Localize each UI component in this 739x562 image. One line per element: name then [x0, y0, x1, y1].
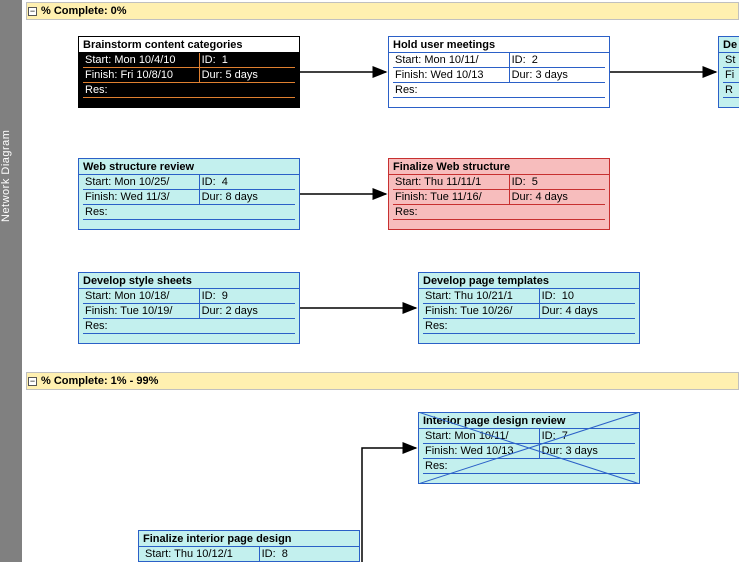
- group-header-1[interactable]: − % Complete: 1% - 99%: [26, 372, 739, 390]
- task-title: Develop style sheets: [79, 273, 299, 289]
- task-title: Finalize Web structure: [389, 159, 609, 175]
- task-title: Develop page templates: [419, 273, 639, 289]
- collapse-icon[interactable]: −: [28, 377, 37, 386]
- task-node[interactable]: Develop style sheets Start: Mon 10/18/ID…: [78, 272, 300, 344]
- task-title: Hold user meetings: [389, 37, 609, 53]
- task-node[interactable]: Hold user meetings Start: Mon 10/11/ID: …: [388, 36, 610, 108]
- task-node[interactable]: Develop page templates Start: Thu 10/21/…: [418, 272, 640, 344]
- task-title: Brainstorm content categories: [79, 37, 299, 53]
- task-title: Interior page design review: [419, 413, 639, 429]
- task-node[interactable]: Web structure review Start: Mon 10/25/ID…: [78, 158, 300, 230]
- task-title: Finalize interior page design: [139, 531, 359, 547]
- task-node[interactable]: Brainstorm content categories Start: Mon…: [78, 36, 300, 108]
- collapse-icon[interactable]: −: [28, 7, 37, 16]
- task-node-clipped[interactable]: Finalize interior page design Start: Thu…: [138, 530, 360, 562]
- task-node[interactable]: Interior page design review Start: Mon 1…: [418, 412, 640, 484]
- task-title: Web structure review: [79, 159, 299, 175]
- task-title: De: [719, 37, 739, 53]
- task-node-clipped[interactable]: De St Fi R: [718, 36, 739, 108]
- diagram-canvas[interactable]: − % Complete: 0% − % Complete: 1% - 99% …: [22, 0, 739, 562]
- group-header-0[interactable]: − % Complete: 0%: [26, 2, 739, 20]
- task-node-critical[interactable]: Finalize Web structure Start: Thu 11/11/…: [388, 158, 610, 230]
- sidebar-label: Network Diagram: [0, 0, 12, 352]
- group-label: % Complete: 1% - 99%: [41, 375, 158, 387]
- sidebar-tab[interactable]: Network Diagram: [0, 0, 22, 562]
- group-label: % Complete: 0%: [41, 5, 127, 17]
